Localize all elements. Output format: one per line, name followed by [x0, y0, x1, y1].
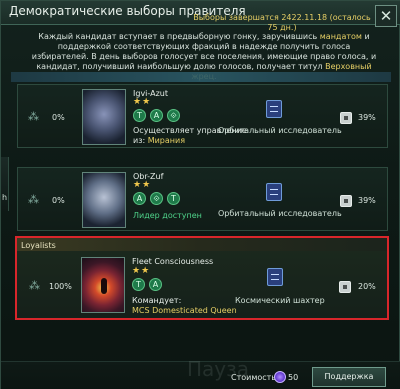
- vote-share-percent: 20%: [358, 282, 376, 291]
- origin-prefix: из:: [133, 136, 148, 145]
- candidate-card-selected[interactable]: Loyalists ⁂ 100% Fleet Consciousness ★★ …: [15, 236, 389, 320]
- faction-support-percent: 0%: [52, 196, 65, 205]
- side-panel-edge: h: [1, 157, 9, 211]
- trait-icon[interactable]: T: [132, 278, 145, 291]
- leader-agenda: Орбитальный исследователь: [218, 126, 342, 135]
- trait-icon[interactable]: T: [133, 109, 146, 122]
- description-highlight[interactable]: мандатом: [320, 32, 362, 41]
- description-divider: [11, 72, 391, 82]
- origin-planet-link[interactable]: Мирания: [148, 136, 185, 145]
- agenda-document-icon[interactable]: [267, 268, 283, 286]
- faction-name: Loyalists: [21, 241, 56, 250]
- candidate-card[interactable]: ⁂ 0% Igvi-Azut ★★ T A ⟐ Осуществляет упр…: [17, 84, 388, 148]
- cost-label: Стоимость:: [231, 373, 279, 382]
- agenda-document-icon[interactable]: [266, 100, 282, 118]
- leader-level-stars: ★★: [133, 97, 152, 107]
- leader-assignment-origin: из: Мирания: [133, 136, 185, 145]
- trait-icon[interactable]: A: [149, 278, 162, 291]
- leader-level-stars: ★★: [132, 266, 151, 276]
- commander-label: Командует:: [132, 296, 182, 305]
- influence-icon: [274, 371, 286, 383]
- faction-support-percent: 0%: [52, 113, 65, 122]
- leader-traits: T A ⟐: [133, 109, 180, 123]
- leader-portrait: [82, 89, 126, 145]
- leader-level-stars: ★★: [133, 180, 152, 190]
- description-text: Каждый кандидат вступает в предвыборную …: [38, 32, 320, 41]
- leader-traits: T A: [132, 278, 162, 292]
- trait-icon[interactable]: ⟐: [150, 192, 163, 205]
- vote-share-icon: [339, 281, 351, 293]
- trait-icon[interactable]: T: [167, 192, 180, 205]
- vote-share-icon: [340, 112, 352, 124]
- candidate-card[interactable]: ⁂ 0% Obr-Zuf ★★ A ⟐ T Лидер доступен Орб…: [17, 167, 388, 231]
- population-icon: ⁂: [28, 110, 39, 123]
- agenda-document-icon[interactable]: [266, 183, 282, 201]
- leader-portrait: [81, 257, 125, 313]
- population-icon: ⁂: [29, 279, 40, 292]
- leader-portrait: [82, 172, 126, 228]
- faction-support-percent: 100%: [49, 282, 72, 291]
- election-deadline: Выборы завершатся 2422.11.18 (осталось 7…: [193, 13, 371, 32]
- leader-agenda: Космический шахтер: [235, 296, 325, 305]
- leader-traits: A ⟐ T: [133, 192, 180, 206]
- trait-icon[interactable]: ⟐: [167, 109, 180, 122]
- leader-status: Лидер доступен: [133, 211, 202, 220]
- side-hint-text: h: [2, 193, 8, 202]
- elections-window: Демократические выборы правителя ✕ Выбор…: [0, 0, 400, 389]
- trait-icon[interactable]: A: [133, 192, 146, 205]
- leader-agenda: Орбитальный исследователь: [218, 209, 342, 218]
- close-button[interactable]: ✕: [375, 5, 397, 27]
- vote-share-percent: 39%: [358, 113, 376, 122]
- leader-name: Fleet Consciousness: [132, 257, 214, 266]
- portrait-eye: [101, 278, 107, 294]
- vote-share-icon: [340, 195, 352, 207]
- population-icon: ⁂: [28, 193, 39, 206]
- faction-header: [17, 238, 387, 251]
- commanded-ship-link[interactable]: MCS Domesticated Queen: [132, 306, 237, 315]
- support-button[interactable]: Поддержка: [312, 367, 386, 387]
- trait-icon[interactable]: A: [150, 109, 163, 122]
- cost-value: 50: [288, 373, 299, 382]
- vote-share-percent: 39%: [358, 196, 376, 205]
